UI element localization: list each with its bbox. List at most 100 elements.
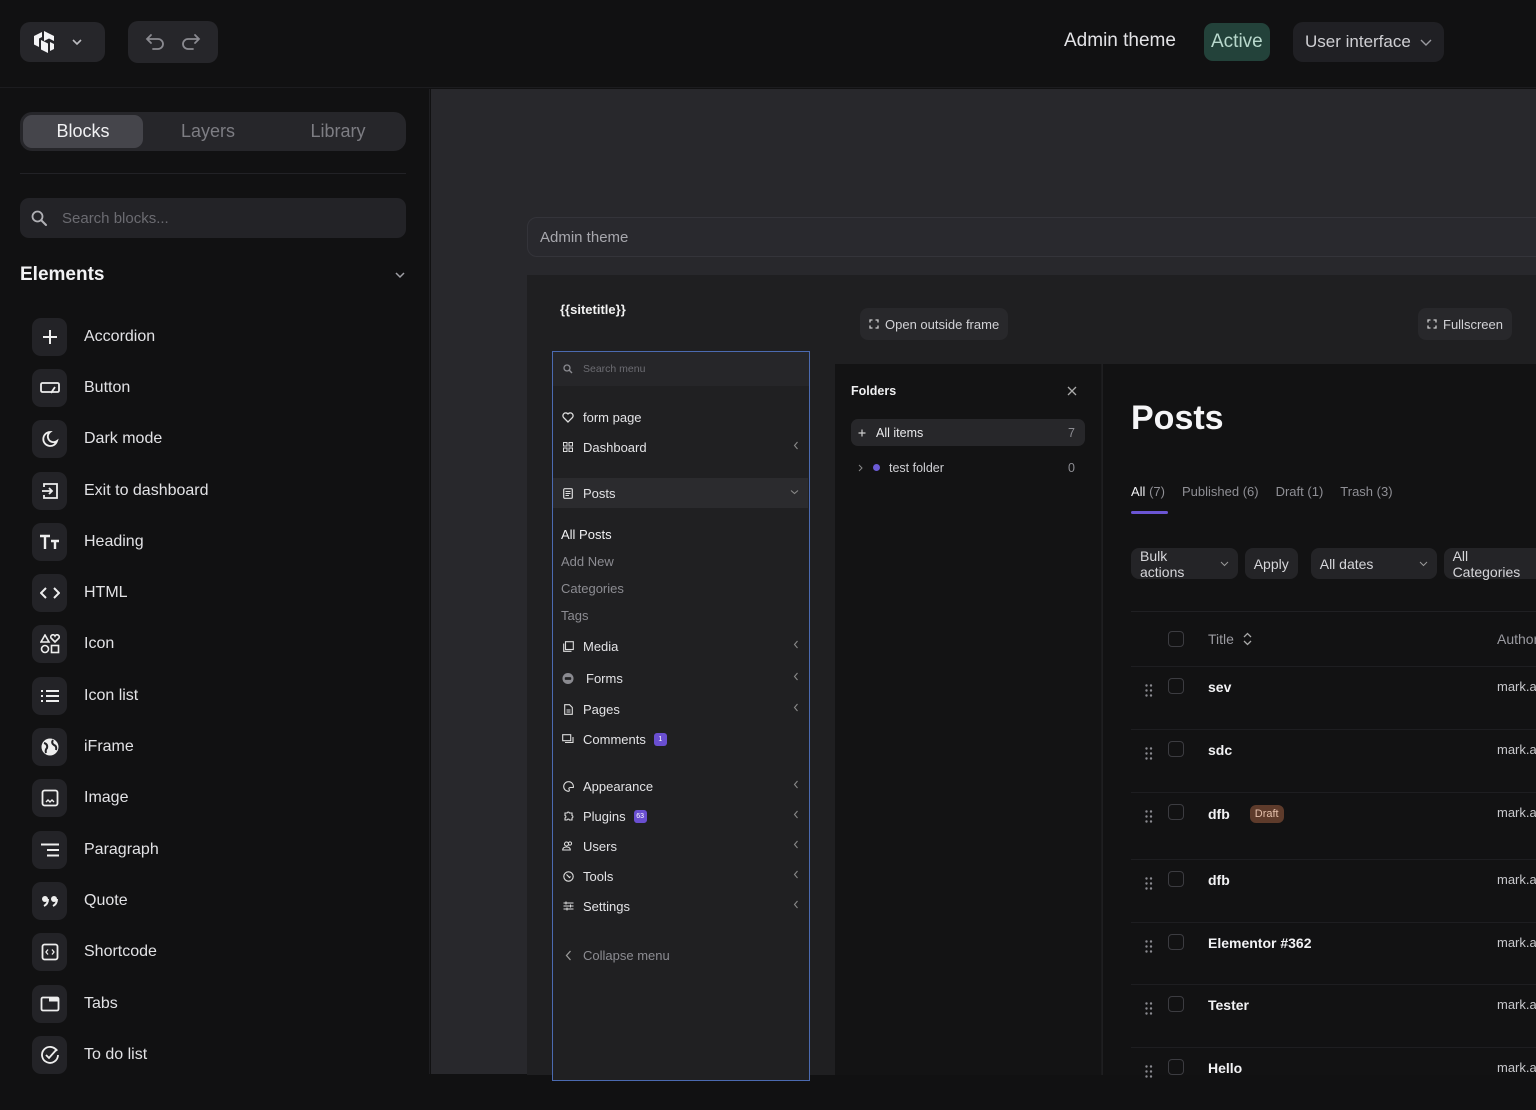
element-image[interactable]: Image (32, 773, 209, 824)
redo-icon[interactable] (179, 32, 201, 52)
element-html[interactable]: HTML (32, 567, 209, 618)
element-icon-list[interactable]: Icon list (32, 670, 209, 721)
element-exit-to-dashboard[interactable]: Exit to dashboard (32, 465, 209, 516)
post-title-link[interactable]: Tester (1208, 997, 1249, 1013)
admin-menu-block[interactable]: Search menu form page Dashboard Posts Al… (552, 351, 810, 1081)
menu-item-dashboard[interactable]: Dashboard (553, 433, 808, 461)
plugin-icon (562, 811, 574, 822)
post-title-link[interactable]: sev (1208, 679, 1231, 695)
table-row[interactable]: sev mark.a (1131, 666, 1536, 729)
status-tab-draft[interactable]: Draft (1) (1276, 484, 1324, 499)
drag-handle-icon[interactable] (1145, 940, 1153, 953)
post-author[interactable]: mark.a (1497, 935, 1536, 950)
submenu-add-new[interactable]: Add New (561, 554, 614, 569)
menu-item-pages[interactable]: Pages (553, 695, 808, 723)
drag-handle-icon[interactable] (1145, 1002, 1153, 1015)
undo-icon[interactable] (145, 32, 167, 52)
row-checkbox[interactable] (1168, 934, 1184, 950)
status-tab-all[interactable]: All (7) (1131, 484, 1165, 499)
menu-item-tools[interactable]: Tools (553, 862, 808, 890)
drag-handle-icon[interactable] (1145, 877, 1153, 890)
row-checkbox[interactable] (1168, 996, 1184, 1012)
menu-item-plugins[interactable]: Plugins 63 (553, 802, 808, 830)
menu-item-form-page[interactable]: form page (553, 403, 808, 431)
post-title-link[interactable]: dfb (1208, 872, 1230, 888)
submenu-tags[interactable]: Tags (561, 608, 588, 623)
post-author[interactable]: mark.a (1497, 679, 1536, 694)
author-column-header[interactable]: Author (1497, 631, 1536, 647)
drag-handle-icon[interactable] (1145, 810, 1153, 823)
post-author[interactable]: mark.a (1497, 742, 1536, 757)
menu-item-appearance[interactable]: Appearance (553, 772, 808, 800)
post-title-link[interactable]: Elementor #362 (1208, 935, 1312, 951)
status-tab-trash[interactable]: Trash (3) (1340, 484, 1392, 499)
tabs-icon (32, 984, 67, 1023)
folder-item[interactable]: test folder 0 (851, 454, 1085, 481)
element-dark-mode[interactable]: Dark mode (32, 414, 209, 465)
post-author[interactable]: mark.a (1497, 1060, 1536, 1075)
post-title-link[interactable]: dfb Draft (1208, 805, 1284, 823)
close-icon[interactable] (1067, 386, 1077, 396)
table-row[interactable]: sdc mark.a (1131, 729, 1536, 792)
row-checkbox[interactable] (1168, 871, 1184, 887)
apply-button[interactable]: Apply (1244, 548, 1298, 579)
post-author[interactable]: mark.a (1497, 872, 1536, 887)
element-quote[interactable]: Quote (32, 875, 209, 926)
title-column-header[interactable]: Title (1208, 631, 1252, 647)
row-checkbox[interactable] (1168, 1059, 1184, 1075)
posts-list-page: Posts All (7) Published (6) Draft (1) Tr… (1103, 364, 1536, 1078)
menu-item-users[interactable]: Users (553, 832, 808, 860)
fullscreen-button[interactable]: Fullscreen (1418, 308, 1512, 340)
table-row[interactable]: dfb mark.a (1131, 859, 1536, 922)
tab-layers[interactable]: Layers (143, 115, 273, 148)
post-title-link[interactable]: sdc (1208, 742, 1232, 758)
element-heading[interactable]: Heading (32, 516, 209, 567)
elements-section-header[interactable]: Elements (20, 264, 406, 286)
row-checkbox[interactable] (1168, 804, 1184, 820)
table-row[interactable]: Elementor #362 mark.a (1131, 922, 1536, 984)
table-row[interactable]: Tester mark.a (1131, 984, 1536, 1047)
menu-item-posts[interactable]: Posts (553, 478, 808, 508)
table-row[interactable]: Hello mark.a (1131, 1047, 1536, 1110)
post-author[interactable]: mark.a (1497, 997, 1536, 1012)
frame-url-field[interactable]: Admin theme (527, 217, 1536, 257)
drag-handle-icon[interactable] (1145, 747, 1153, 760)
collapse-menu-button[interactable]: Collapse menu (553, 941, 808, 969)
theme-title: Admin theme (1064, 30, 1176, 51)
submenu-categories[interactable]: Categories (561, 581, 624, 596)
menu-item-settings[interactable]: Settings (553, 892, 808, 920)
element-icon[interactable]: Icon (32, 619, 209, 670)
menu-item-comments[interactable]: Comments 1 (553, 725, 808, 753)
post-author[interactable]: mark.a (1497, 805, 1536, 820)
page-title: Posts (1131, 399, 1224, 437)
app-menu-button[interactable] (20, 22, 105, 62)
status-tab-published[interactable]: Published (6) (1182, 484, 1259, 499)
menu-search-field[interactable]: Search menu (553, 352, 809, 386)
row-checkbox[interactable] (1168, 678, 1184, 694)
tab-library[interactable]: Library (273, 115, 403, 148)
view-select[interactable]: User interface (1293, 22, 1444, 62)
submenu-all-posts[interactable]: All Posts (561, 527, 612, 542)
bulk-actions-select[interactable]: Bulk actions (1131, 548, 1238, 580)
drag-handle-icon[interactable] (1145, 1065, 1153, 1078)
open-outside-frame-button[interactable]: Open outside frame (860, 308, 1009, 340)
menu-item-forms[interactable]: Forms (553, 664, 808, 692)
row-checkbox[interactable] (1168, 741, 1184, 757)
element-iframe[interactable]: iFrame (32, 721, 209, 772)
palette-icon (562, 780, 574, 792)
element-to-do-list[interactable]: To do list (32, 1029, 209, 1080)
element-button[interactable]: Button (32, 362, 209, 413)
categories-select[interactable]: All Categories (1443, 548, 1536, 580)
tab-blocks[interactable]: Blocks (23, 115, 143, 148)
select-all-checkbox[interactable] (1168, 631, 1184, 647)
element-accordion[interactable]: Accordion (32, 311, 209, 362)
table-row[interactable]: dfb Draft mark.a (1131, 792, 1536, 859)
element-tabs[interactable]: Tabs (32, 978, 209, 1029)
search-blocks-input[interactable] (62, 209, 382, 227)
folder-all-items[interactable]: All items 7 (851, 419, 1085, 446)
drag-handle-icon[interactable] (1145, 684, 1153, 697)
dates-select[interactable]: All dates (1310, 548, 1437, 579)
element-shortcode[interactable]: Shortcode (32, 927, 209, 978)
element-paragraph[interactable]: Paragraph (32, 824, 209, 875)
menu-item-media[interactable]: Media (553, 632, 808, 660)
